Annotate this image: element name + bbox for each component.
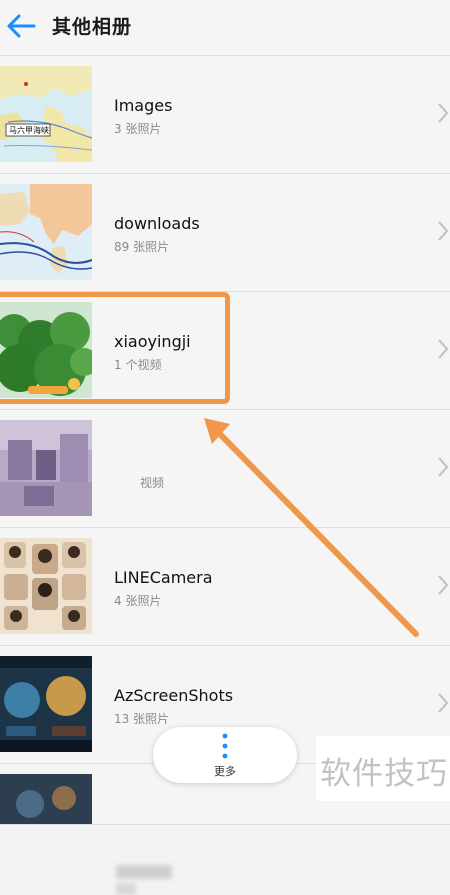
arrow-left-icon[interactable] (4, 8, 40, 44)
album-count: 3 张照片 (114, 122, 162, 136)
album-thumbnail (0, 774, 92, 824)
chevron-right-icon (438, 221, 449, 241)
album-count: 视频 (140, 476, 165, 490)
watermark: 软件技巧 (316, 736, 450, 801)
chevron-right-icon (438, 103, 449, 123)
album-thumbnail (0, 420, 92, 516)
album-name: AzScreenShots (114, 686, 234, 705)
album-list: 马六甲海峡 Images 3 张照片 downloads 89 张照片 xiao… (0, 56, 450, 895)
chevron-right-icon (438, 457, 449, 477)
more-label: 更多 (214, 765, 236, 778)
album-count: 4 张照片 (114, 594, 162, 608)
blurred-text (116, 883, 136, 895)
chevron-right-icon (438, 575, 449, 595)
chevron-right-icon (438, 693, 449, 713)
thumb-label: 马六甲海峡 (9, 125, 49, 135)
more-button[interactable]: 更多 (153, 727, 297, 783)
album-name: LINECamera (114, 568, 213, 587)
app-header: 其他相册 (0, 0, 450, 56)
album-count: 89 张照片 (114, 240, 170, 254)
album-name: Images (114, 96, 173, 115)
album-item-images[interactable]: 马六甲海峡 Images 3 张照片 (0, 56, 450, 174)
page-title: 其他相册 (52, 16, 133, 38)
album-thumbnail (0, 538, 92, 634)
album-thumbnail (0, 656, 92, 752)
watermark-text: 软件技巧 (320, 756, 448, 792)
album-name: downloads (114, 214, 200, 233)
album-count: 13 张照片 (114, 712, 170, 726)
album-thumbnail: 马六甲海峡 (0, 66, 92, 162)
album-item-downloads[interactable]: downloads 89 张照片 (0, 174, 450, 292)
album-name (116, 865, 172, 879)
highlight-box (0, 292, 230, 404)
album-thumbnail (0, 184, 92, 280)
album-item-linecamera[interactable]: LINECamera 4 张照片 (0, 528, 450, 646)
chevron-right-icon (438, 339, 449, 359)
album-item-hidden[interactable]: 视频 (0, 410, 450, 895)
more-vertical-icon (222, 733, 228, 759)
